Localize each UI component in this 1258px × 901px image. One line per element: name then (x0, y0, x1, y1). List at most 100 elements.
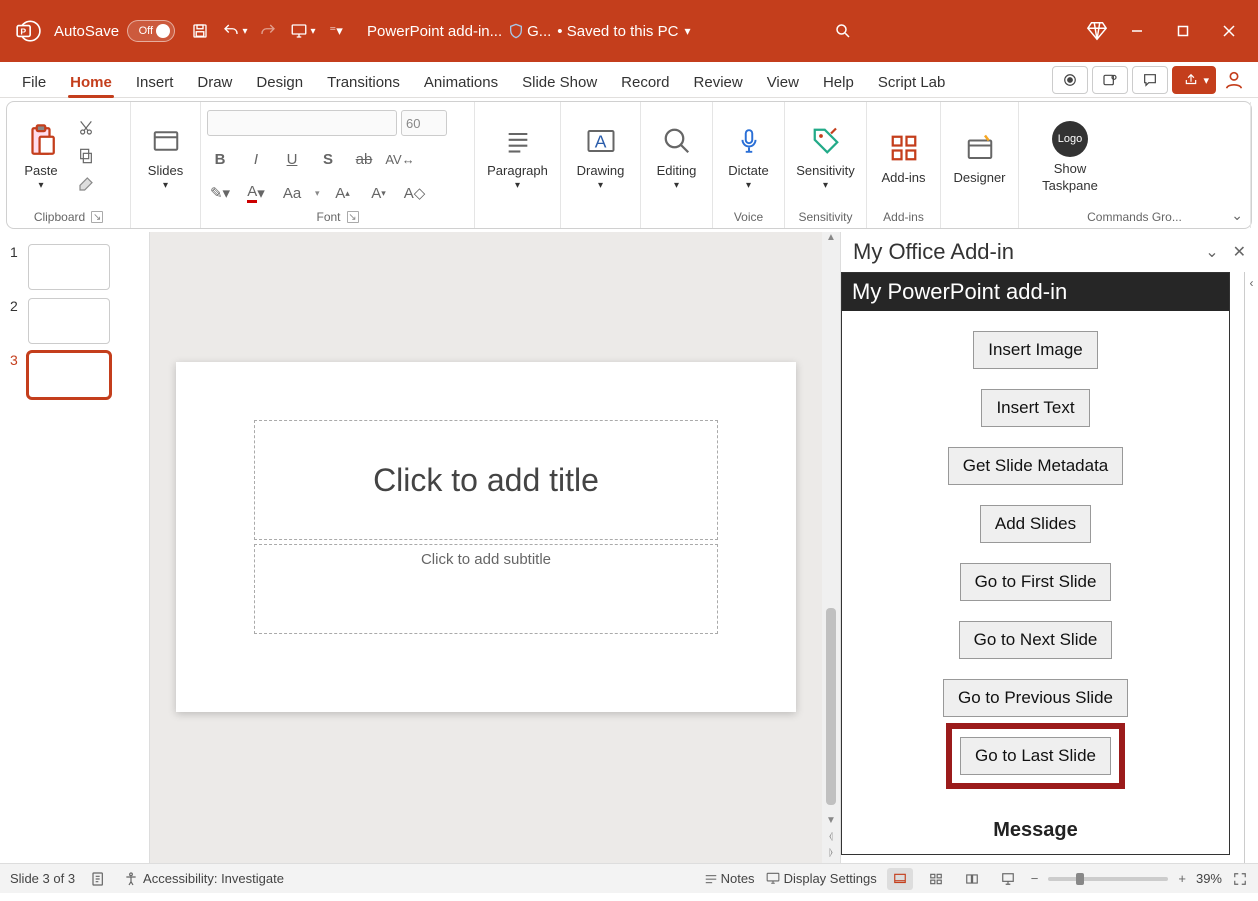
normal-view-icon[interactable] (887, 868, 913, 890)
maximize-button[interactable] (1160, 14, 1206, 48)
tab-file[interactable]: File (10, 67, 58, 97)
insert-image-button[interactable]: Insert Image (973, 331, 1098, 369)
account-icon[interactable] (1220, 69, 1248, 91)
add-slides-button[interactable]: Add Slides (980, 505, 1091, 543)
teams-button[interactable] (1092, 66, 1128, 94)
cut-icon[interactable] (73, 115, 99, 141)
paste-button[interactable]: Paste▾ (13, 121, 69, 191)
change-case-button[interactable]: Aa (279, 180, 305, 206)
tab-design[interactable]: Design (244, 67, 315, 97)
highlight-button[interactable]: ✎▾ (207, 180, 233, 206)
camera-button[interactable] (1052, 66, 1088, 94)
close-button[interactable] (1206, 14, 1252, 48)
redo-icon[interactable] (251, 14, 285, 48)
prev-slide-icon[interactable]: ⦉ (829, 831, 833, 847)
font-color-button[interactable]: A▾ (243, 180, 269, 206)
slides-button[interactable]: Slides▾ (138, 121, 194, 191)
font-size-input[interactable] (401, 110, 447, 136)
spellcheck-icon[interactable] (91, 871, 107, 887)
minimize-button[interactable] (1114, 14, 1160, 48)
tab-scriptlab[interactable]: Script Lab (866, 67, 958, 97)
chevron-down-icon[interactable]: ▾ (684, 24, 690, 38)
autosave-toggle[interactable]: Off (127, 20, 175, 42)
vertical-scrollbar[interactable]: ▲ ▼ ⦉ ⦊ (822, 232, 840, 863)
editing-button[interactable]: Editing▾ (649, 121, 705, 191)
scroll-down-icon[interactable]: ▼ (826, 815, 836, 831)
accessibility-status[interactable]: Accessibility: Investigate (123, 871, 284, 887)
goto-last-button[interactable]: Go to Last Slide (960, 737, 1111, 775)
slideshow-view-icon[interactable] (995, 868, 1021, 890)
display-settings-button[interactable]: Display Settings (765, 871, 877, 886)
tab-help[interactable]: Help (811, 67, 866, 97)
comments-button[interactable] (1132, 66, 1168, 94)
taskpane-collapse-icon[interactable]: ‹ (1244, 272, 1258, 863)
taskpane-close-icon[interactable]: ✕ (1233, 242, 1246, 262)
sensitivity-button[interactable]: Sensitivity▾ (791, 121, 860, 191)
tab-record[interactable]: Record (609, 67, 681, 97)
addins-button[interactable]: Add-ins (876, 128, 932, 185)
shrink-font-button[interactable]: A▾ (366, 180, 392, 206)
goto-first-button[interactable]: Go to First Slide (960, 563, 1112, 601)
char-spacing-button[interactable]: AV↔ (387, 146, 413, 172)
zoom-in-icon[interactable]: + (1178, 871, 1186, 886)
qat-more-icon[interactable]: ⁼▾ (319, 14, 353, 48)
zoom-value[interactable]: 39% (1196, 871, 1222, 886)
font-launcher-icon[interactable]: ↘ (347, 211, 359, 223)
copy-icon[interactable] (73, 143, 99, 169)
thumb-3[interactable]: 3 (0, 348, 149, 402)
reading-view-icon[interactable] (959, 868, 985, 890)
format-painter-icon[interactable] (73, 171, 99, 197)
font-name-input[interactable] (207, 110, 397, 136)
goto-next-button[interactable]: Go to Next Slide (959, 621, 1113, 659)
designer-button[interactable]: Designer (947, 128, 1012, 185)
tab-home[interactable]: Home (58, 67, 124, 97)
paragraph-button[interactable]: Paragraph▾ (490, 121, 546, 191)
zoom-slider[interactable] (1048, 877, 1168, 881)
strike-button[interactable]: ab (351, 146, 377, 172)
drawing-button[interactable]: A Drawing▾ (573, 121, 629, 191)
save-icon[interactable] (183, 14, 217, 48)
notes-button[interactable]: Notes (704, 871, 755, 886)
grow-font-button[interactable]: A▴ (330, 180, 356, 206)
present-icon[interactable]: ▾ (285, 14, 319, 48)
thumb-1[interactable]: 1 (0, 240, 149, 294)
slide-counter[interactable]: Slide 3 of 3 (10, 871, 75, 886)
undo-icon[interactable]: ▾ (217, 14, 251, 48)
autosave-control[interactable]: AutoSave Off (54, 20, 175, 42)
tab-review[interactable]: Review (682, 67, 755, 97)
scroll-up-icon[interactable]: ▲ (826, 232, 836, 248)
tab-insert[interactable]: Insert (124, 67, 186, 97)
italic-button[interactable]: I (243, 146, 269, 172)
bold-button[interactable]: B (207, 146, 233, 172)
document-name[interactable]: PowerPoint add-in... (367, 23, 502, 40)
get-metadata-button[interactable]: Get Slide Metadata (948, 447, 1124, 485)
tab-animations[interactable]: Animations (412, 67, 510, 97)
show-taskpane-button[interactable]: Logo Show Taskpane (1035, 119, 1105, 193)
goto-previous-button[interactable]: Go to Previous Slide (943, 679, 1128, 717)
diamond-icon[interactable] (1080, 14, 1114, 48)
insert-text-button[interactable]: Insert Text (981, 389, 1089, 427)
slide-canvas[interactable]: Click to add title Click to add subtitle (176, 362, 796, 712)
collapse-ribbon-icon[interactable]: ⌄ (1231, 207, 1243, 224)
subtitle-placeholder[interactable]: Click to add subtitle (254, 544, 718, 634)
search-icon[interactable] (826, 14, 860, 48)
next-slide-icon[interactable]: ⦊ (829, 847, 833, 863)
tab-transitions[interactable]: Transitions (315, 67, 412, 97)
tab-view[interactable]: View (755, 67, 811, 97)
underline-button[interactable]: U (279, 146, 305, 172)
clipboard-launcher-icon[interactable]: ↘ (91, 211, 103, 223)
sorter-view-icon[interactable] (923, 868, 949, 890)
share-button[interactable]: ▾ (1172, 66, 1216, 94)
tab-draw[interactable]: Draw (185, 67, 244, 97)
save-status[interactable]: • Saved to this PC (557, 23, 678, 40)
clear-format-button[interactable]: A◇ (402, 180, 428, 206)
fit-window-icon[interactable] (1232, 872, 1248, 886)
shadow-button[interactable]: S (315, 146, 341, 172)
thumb-2[interactable]: 2 (0, 294, 149, 348)
slide-canvas-area[interactable]: Click to add title Click to add subtitle (150, 232, 822, 863)
title-placeholder[interactable]: Click to add title (254, 420, 718, 540)
tab-slideshow[interactable]: Slide Show (510, 67, 609, 97)
scroll-thumb[interactable] (826, 608, 836, 805)
taskpane-menu-icon[interactable]: ⌄ (1205, 242, 1218, 262)
dictate-button[interactable]: Dictate▾ (721, 121, 777, 191)
